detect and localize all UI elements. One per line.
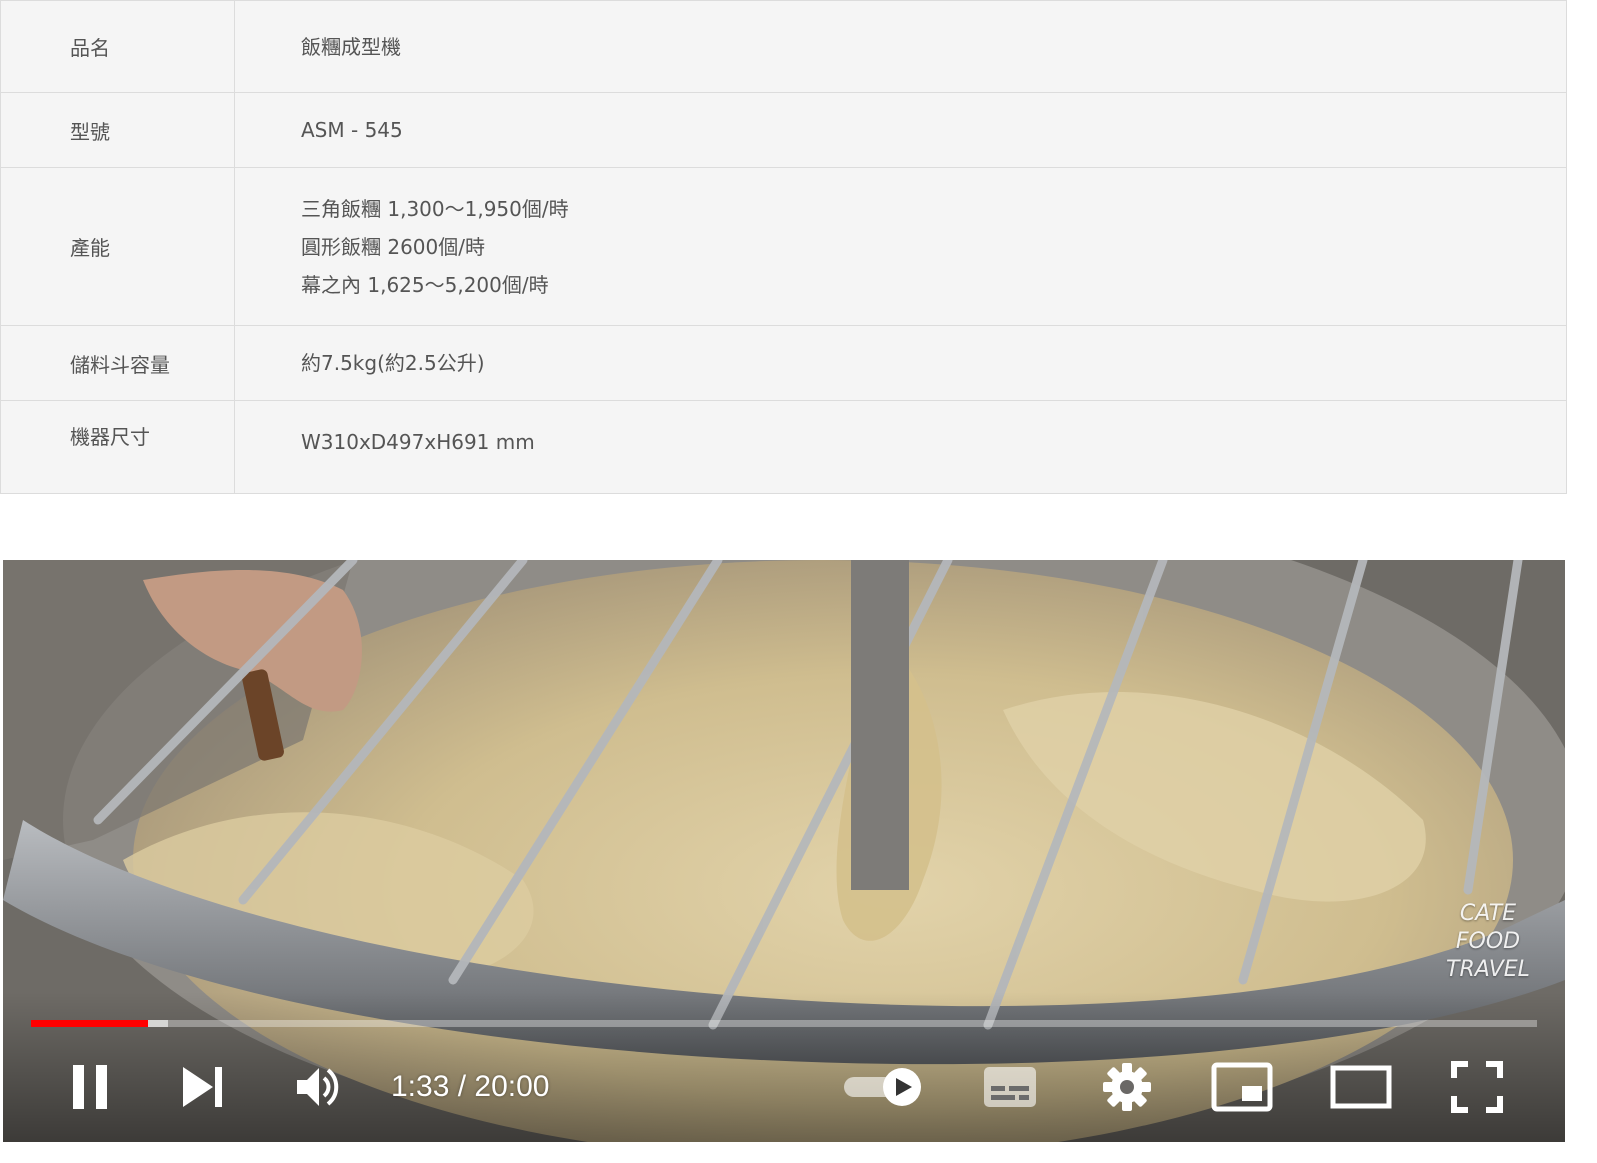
subtitles-button[interactable] <box>979 1060 1041 1114</box>
autoplay-toggle[interactable] <box>841 1060 927 1114</box>
progress-played <box>31 1020 148 1027</box>
spec-value-line: ASM - 545 <box>301 118 403 142</box>
spec-table: 品名 飯糰成型機 型號 ASM - 545 產能 三角飯糰 1,300～1,95… <box>0 0 1567 494</box>
subtitles-icon <box>984 1067 1036 1107</box>
spec-label: 儲料斗容量 <box>1 326 235 400</box>
gear-icon <box>1103 1063 1151 1111</box>
spec-value: 約7.5kg(約2.5公升) <box>235 326 1566 400</box>
video-player[interactable]: CATE FOOD TRAVEL 1:33 / 20:00 <box>3 560 1565 1142</box>
miniplayer-button[interactable] <box>1209 1060 1275 1114</box>
spec-value: 三角飯糰 1,300～1,950個/時 圓形飯糰 2600個/時 幕之內 1,6… <box>235 168 1566 325</box>
theater-mode-icon <box>1330 1065 1392 1109</box>
spec-row-hopper: 儲料斗容量 約7.5kg(約2.5公升) <box>1 326 1566 401</box>
spec-value-line: W310xD497xH691 mm <box>301 430 535 454</box>
pause-icon <box>73 1065 107 1109</box>
spec-value-line: 圓形飯糰 2600個/時 <box>301 234 485 259</box>
time-display: 1:33 / 20:00 <box>391 1070 550 1103</box>
pause-button[interactable] <box>61 1060 119 1114</box>
spec-value-line: 三角飯糰 1,300～1,950個/時 <box>301 196 569 221</box>
watermark-line: CATE <box>1459 901 1517 926</box>
spec-label: 產能 <box>1 168 235 325</box>
spec-row-dimensions: 機器尺寸 W310xD497xH691 mm <box>1 401 1566 493</box>
fullscreen-button[interactable] <box>1449 1060 1505 1114</box>
miniplayer-icon <box>1211 1062 1273 1112</box>
spec-value-line: 飯糰成型機 <box>301 34 401 59</box>
next-icon <box>183 1067 222 1107</box>
progress-bar[interactable] <box>31 1020 1537 1027</box>
watermark-line: TRAVEL <box>1446 957 1530 982</box>
volume-button[interactable] <box>289 1060 349 1114</box>
spec-value: 飯糰成型機 <box>235 1 1566 92</box>
spec-label: 型號 <box>1 93 235 167</box>
spec-value-line: 幕之內 1,625～5,200個/時 <box>301 272 549 297</box>
watermark-line: FOOD <box>1455 929 1521 954</box>
fullscreen-icon <box>1451 1061 1503 1113</box>
autoplay-toggle-icon <box>844 1068 921 1106</box>
spec-row-capacity: 產能 三角飯糰 1,300～1,950個/時 圓形飯糰 2600個/時 幕之內 … <box>1 168 1566 326</box>
spec-row-name: 品名 飯糰成型機 <box>1 1 1566 93</box>
volume-icon <box>297 1068 339 1106</box>
spec-row-model: 型號 ASM - 545 <box>1 93 1566 168</box>
spec-label: 機器尺寸 <box>1 401 235 493</box>
channel-watermark: CATE FOOD TRAVEL <box>1433 900 1543 984</box>
theater-mode-button[interactable] <box>1329 1060 1393 1114</box>
spec-value: W310xD497xH691 mm <box>235 401 1566 493</box>
spec-value-line: 約7.5kg(約2.5公升) <box>301 351 485 375</box>
spec-label: 品名 <box>1 1 235 92</box>
settings-button[interactable] <box>1097 1060 1157 1114</box>
spec-value: ASM - 545 <box>235 93 1566 167</box>
next-button[interactable] <box>175 1060 233 1114</box>
